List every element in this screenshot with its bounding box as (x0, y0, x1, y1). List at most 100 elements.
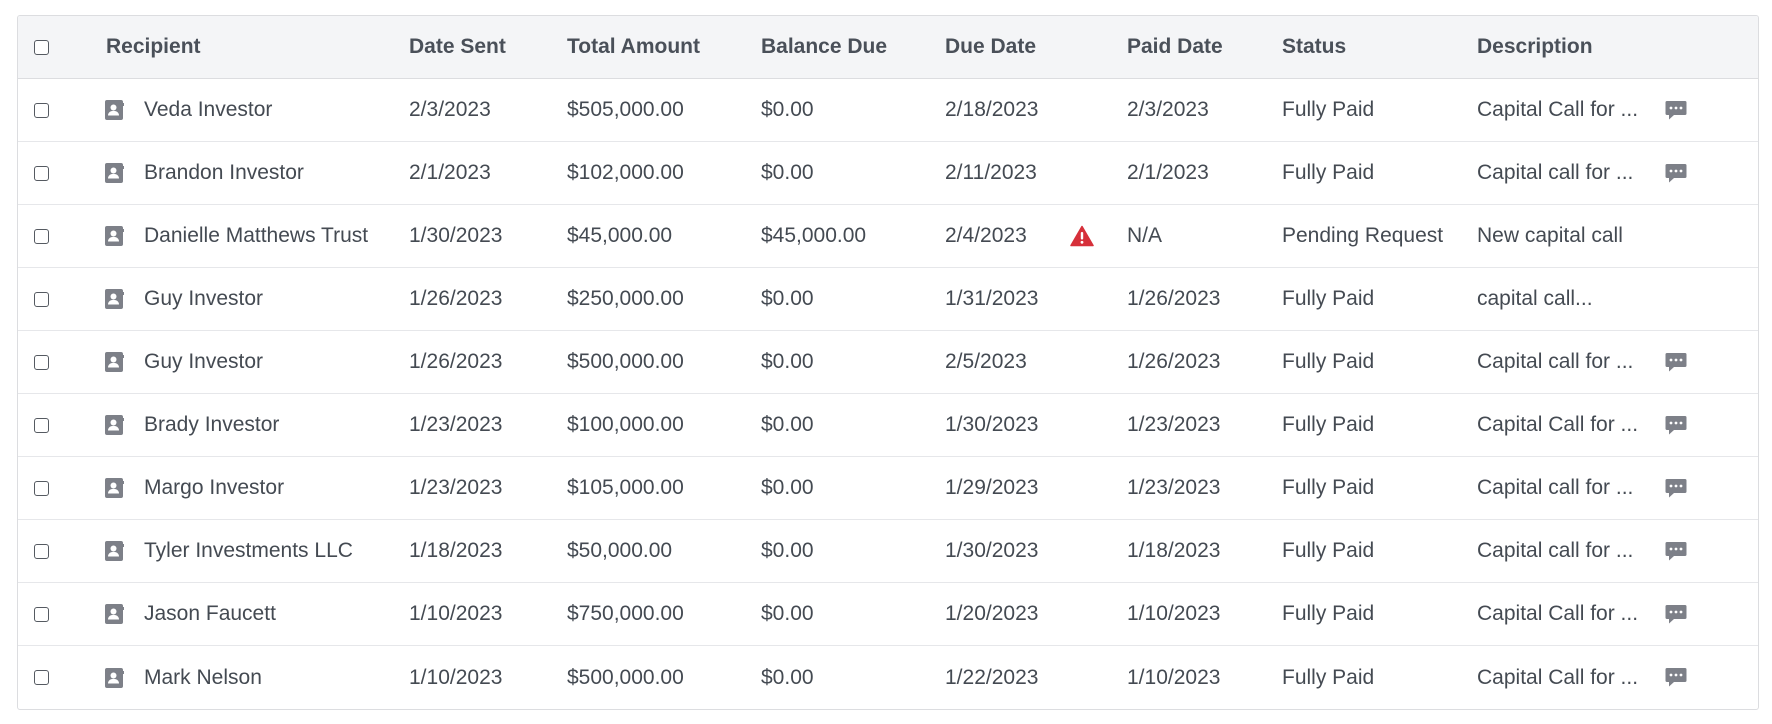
table-row[interactable]: Mark Nelson 1/10/2023 $500,000.00 $0.00 1/22… (18, 646, 1758, 709)
total-amount: $100,000.00 (567, 413, 684, 436)
row-checkbox[interactable] (34, 165, 49, 181)
table-row[interactable]: Guy Investor 1/26/2023 $500,000.00 $0.00 2/5… (18, 331, 1758, 394)
header-balance-due[interactable]: Balance Due (761, 16, 887, 78)
description-text: Capital call for ... (1477, 476, 1634, 499)
due-date: 2/11/2023 (945, 161, 1037, 184)
header-status[interactable]: Status (1282, 16, 1346, 78)
total-amount: $50,000.00 (567, 539, 673, 562)
paid-date: 1/26/2023 (1127, 350, 1221, 373)
description-text: New capital call (1477, 224, 1623, 247)
contact-card-icon (104, 79, 134, 141)
date-sent: 1/23/2023 (409, 413, 503, 436)
due-date: 1/29/2023 (945, 476, 1039, 499)
row-select-cell (34, 583, 64, 645)
due-date: 2/18/2023 (945, 98, 1039, 121)
contact-card-icon (104, 205, 134, 267)
header-description[interactable]: Description (1477, 16, 1593, 78)
comment-icon[interactable] (1665, 331, 1695, 393)
description-text: Capital Call for ... (1477, 98, 1639, 121)
contact-card-icon (104, 520, 134, 582)
row-checkbox[interactable] (34, 670, 49, 685)
comment-icon[interactable] (1665, 646, 1695, 709)
capital-calls-table: Recipient Date Sent Total Amount Balance… (17, 15, 1759, 710)
comment-icon[interactable] (1665, 79, 1695, 141)
row-select-cell (34, 79, 64, 141)
total-amount: $505,000.00 (567, 98, 684, 121)
description-text: capital call... (1477, 287, 1593, 310)
row-select-cell (34, 646, 64, 709)
row-checkbox[interactable] (34, 417, 49, 433)
date-sent: 2/3/2023 (409, 98, 491, 121)
paid-date: 1/10/2023 (1127, 665, 1221, 689)
description-text: Capital Call for ... (1477, 413, 1639, 436)
table-header-row: Recipient Date Sent Total Amount Balance… (18, 16, 1758, 79)
comment-icon[interactable] (1665, 583, 1695, 645)
row-checkbox[interactable] (34, 291, 49, 307)
row-select-cell (34, 205, 64, 267)
paid-date: 1/18/2023 (1127, 539, 1221, 562)
paid-date: 1/10/2023 (1127, 602, 1221, 625)
row-checkbox[interactable] (34, 606, 49, 622)
balance-due: $0.00 (761, 413, 814, 436)
header-date-sent[interactable]: Date Sent (409, 16, 506, 78)
recipient-name[interactable]: Danielle Matthews Trust (144, 205, 368, 267)
recipient-name[interactable]: Guy Investor (144, 268, 263, 330)
row-select-cell (34, 457, 64, 519)
balance-due: $0.00 (761, 602, 814, 625)
recipient-name[interactable]: Margo Investor (144, 457, 284, 519)
recipient-name[interactable]: Guy Investor (144, 331, 263, 393)
table-row[interactable]: Brandon Investor 2/1/2023 $102,000.00 $0.00… (18, 142, 1758, 205)
due-date: 1/30/2023 (945, 539, 1039, 562)
row-select-cell (34, 394, 64, 456)
row-checkbox[interactable] (34, 102, 49, 118)
total-amount: $500,000.00 (567, 665, 684, 689)
header-paid-date[interactable]: Paid Date (1127, 16, 1223, 78)
total-amount: $102,000.00 (567, 161, 684, 184)
warning-triangle-icon[interactable] (1070, 205, 1100, 267)
table-row[interactable]: Brady Investor 1/23/2023 $100,000.00 $0.00 1… (18, 394, 1758, 457)
comment-icon[interactable] (1665, 520, 1695, 582)
recipient-name[interactable]: Brady Investor (144, 394, 279, 456)
paid-date: 2/1/2023 (1127, 161, 1209, 184)
select-all-checkbox[interactable] (34, 39, 49, 55)
status-text: Fully Paid (1282, 98, 1375, 121)
comment-icon[interactable] (1665, 457, 1695, 519)
table-row[interactable]: Danielle Matthews Trust 1/30/2023 $45,000.… (18, 205, 1758, 268)
date-sent: 1/26/2023 (409, 350, 503, 373)
table-row[interactable]: Veda Investor 2/3/2023 $505,000.00 $0.00 2/1… (18, 79, 1758, 142)
recipient-name[interactable]: Brandon Investor (144, 142, 304, 204)
table-row[interactable]: Guy Investor 1/26/2023 $250,000.00 $0.00 1/3… (18, 268, 1758, 331)
contact-card-icon (104, 583, 134, 645)
recipient-name[interactable]: Mark Nelson (144, 646, 262, 709)
header-recipient[interactable]: Recipient (106, 16, 201, 78)
select-all-cell (34, 16, 64, 78)
comment-icon[interactable] (1665, 142, 1695, 204)
table-row[interactable]: Tyler Investments LLC 1/18/2023 $50,000.00… (18, 520, 1758, 583)
comment-icon[interactable] (1665, 394, 1695, 456)
recipient-name[interactable]: Tyler Investments LLC (144, 520, 353, 582)
row-checkbox[interactable] (34, 543, 49, 559)
header-total-amount[interactable]: Total Amount (567, 16, 700, 78)
status-text: Fully Paid (1282, 350, 1375, 373)
balance-due: $0.00 (761, 287, 814, 310)
paid-date: 2/3/2023 (1127, 98, 1209, 121)
row-checkbox[interactable] (34, 228, 49, 244)
status-text: Pending Request (1282, 224, 1444, 247)
date-sent: 2/1/2023 (409, 161, 491, 184)
table-row[interactable]: Margo Investor 1/23/2023 $105,000.00 $0.00 1… (18, 457, 1758, 520)
contact-card-icon (104, 646, 134, 709)
balance-due: $45,000.00 (761, 224, 867, 247)
header-due-date[interactable]: Due Date (945, 16, 1036, 78)
row-checkbox[interactable] (34, 480, 49, 496)
row-select-cell (34, 331, 64, 393)
status-text: Fully Paid (1282, 539, 1375, 562)
due-date: 1/22/2023 (945, 665, 1039, 689)
row-checkbox[interactable] (34, 354, 49, 370)
status-text: Fully Paid (1282, 161, 1375, 184)
balance-due: $0.00 (761, 161, 814, 184)
recipient-name[interactable]: Veda Investor (144, 79, 272, 141)
contact-card-icon (104, 142, 134, 204)
table-row[interactable]: Jason Faucett 1/10/2023 $750,000.00 $0.00 1/… (18, 583, 1758, 646)
row-select-cell (34, 268, 64, 330)
recipient-name[interactable]: Jason Faucett (144, 583, 276, 645)
